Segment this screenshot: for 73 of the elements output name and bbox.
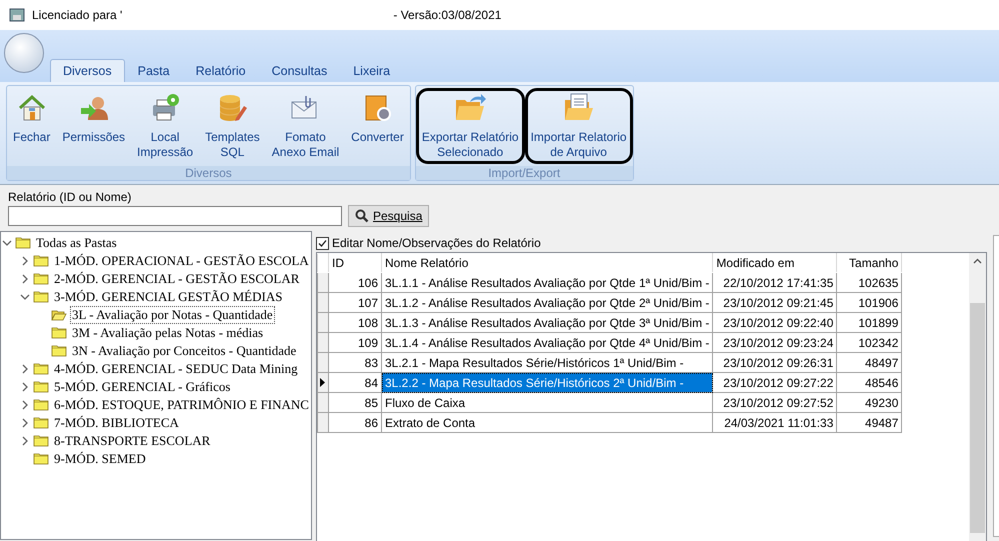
ribbon-button[interactable]: Fechar <box>7 88 56 164</box>
tree-item[interactable]: 4-MÓD. GERENCIAL - SEDUC Data Mining <box>53 361 299 377</box>
column-header[interactable]: Modificado em <box>712 254 837 272</box>
column-header[interactable]: ID <box>328 254 382 272</box>
search-field[interactable] <box>8 206 342 226</box>
tree-item[interactable]: 8-TRANSPORTE ESCOLAR <box>53 433 212 449</box>
table-cell: 24/03/2021 11:01:33 <box>712 412 837 432</box>
table-cell: 107 <box>328 292 382 312</box>
tree-item[interactable]: 3M - Avaliação pelas Notas - médias <box>71 325 264 341</box>
tree-item[interactable]: 6-MÓD. ESTOQUE, PATRIMÔNIO E FINANC <box>53 397 310 413</box>
checkbox-label: Editar Nome/Observações do Relatório <box>332 236 541 250</box>
table-cell: 3L.1.2 - Análise Resultados Avaliação por Qtde 2ª Unid/Bim - <box>382 292 713 312</box>
tree-item[interactable]: Todas as Pastas <box>35 235 118 251</box>
ribbon-button[interactable]: Exportar Relatório Selecionado <box>416 88 525 164</box>
tree-item[interactable]: 7-MÓD. BIBLIOTECA <box>53 415 180 431</box>
table-cell: 101899 <box>836 312 902 332</box>
row-indicator[interactable] <box>318 372 328 392</box>
table-cell: 3L.1.1 - Análise Resultados Avaliação por Qtde 1ª Unid/Bim - <box>382 272 713 292</box>
table-cell: 22/10/2012 17:41:35 <box>712 272 837 292</box>
table-cell: 23/10/2012 09:22:40 <box>712 312 837 332</box>
table-cell: Fluxo de Caixa <box>382 392 713 412</box>
table-cell: 106 <box>328 272 382 292</box>
table-cell: 3L.1.3 - Análise Resultados Avaliação por Qtde 3ª Unid/Bim - <box>382 312 713 332</box>
scrollbar[interactable] <box>969 253 986 541</box>
ribbon-button[interactable]: Fomato Anexo Email <box>266 88 346 164</box>
table-cell: 3L.2.2 - Mapa Resultados Série/Históricos 2ª Unid/Bim - <box>382 372 713 392</box>
checkbox[interactable] <box>316 236 329 250</box>
search-label: Relatório (ID ou Nome) <box>8 190 132 204</box>
table-cell: 3L.1.4 - Análise Resultados Avaliação por Qtde 4ª Unid/Bim - <box>382 332 713 352</box>
table-cell: 102635 <box>836 272 902 292</box>
version-text: - Versão:03/08/2021 <box>393 8 502 22</box>
ribbon-tab[interactable]: Diversos <box>50 59 125 82</box>
tree-item[interactable]: 2-MÓD. GERENCIAL - GESTÃO ESCOLAR <box>53 271 300 287</box>
group-label: Diversos <box>7 166 410 180</box>
tree-item[interactable]: 3-MÓD. GERENCIAL GESTÃO MÉDIAS <box>53 289 284 305</box>
search-button[interactable]: Pesquisa <box>348 205 430 227</box>
ribbon-tab[interactable]: Pasta <box>124 59 183 82</box>
search-icon <box>355 209 369 223</box>
ribbon-tab[interactable]: Consultas <box>258 59 340 82</box>
table-cell: 48497 <box>836 352 902 372</box>
ribbon-tab[interactable]: Relatório <box>182 59 259 82</box>
table-cell: 86 <box>328 412 382 432</box>
table-cell: 83 <box>328 352 382 372</box>
table-cell: 102342 <box>836 332 902 352</box>
column-header[interactable]: Tamanho <box>836 254 902 272</box>
ribbon-button[interactable]: Local Impressão <box>131 88 200 164</box>
tree-item[interactable]: 3L - Avaliação por Notas - Quantidade <box>71 307 274 323</box>
table-cell: 49230 <box>836 392 902 412</box>
ribbon-button[interactable]: Templates SQL <box>199 88 266 164</box>
column-header[interactable]: Nome Relatório <box>382 254 713 272</box>
table-cell: 23/10/2012 09:23:24 <box>712 332 837 352</box>
table-cell: 109 <box>328 332 382 352</box>
ribbon-button[interactable]: Importar Relatorio de Arquivo <box>524 88 633 164</box>
table-cell: 49487 <box>836 412 902 432</box>
app-icon <box>8 6 26 24</box>
tree-item[interactable]: 9-MÓD. SEMED <box>53 451 147 467</box>
table-cell: Extrato de Conta <box>382 412 713 432</box>
tree-item[interactable]: 1-MÓD. OPERACIONAL - GESTÃO ESCOLA <box>53 253 310 269</box>
ribbon-tab[interactable]: Lixeira <box>340 59 404 82</box>
ribbon-button[interactable]: Converter <box>345 88 410 164</box>
tree-item[interactable]: 5-MÓD. GERENCIAL - Gráficos <box>53 379 232 395</box>
table-cell: 23/10/2012 09:27:52 <box>712 392 837 412</box>
tree-item[interactable]: 3N - Avaliação por Conceitos - Quantidade <box>71 343 298 359</box>
table-cell: 23/10/2012 09:21:45 <box>712 292 837 312</box>
table-cell: 108 <box>328 312 382 332</box>
table-cell: 23/10/2012 09:27:22 <box>712 372 837 392</box>
table-cell: 48546 <box>836 372 902 392</box>
group-label: Import/Export <box>416 166 633 180</box>
table-cell: 23/10/2012 09:26:31 <box>712 352 837 372</box>
ribbon-button[interactable]: Permissões <box>56 88 132 164</box>
table-cell: 85 <box>328 392 382 412</box>
window-title: Licenciado para ' <box>32 8 122 22</box>
table-cell: 101906 <box>836 292 902 312</box>
